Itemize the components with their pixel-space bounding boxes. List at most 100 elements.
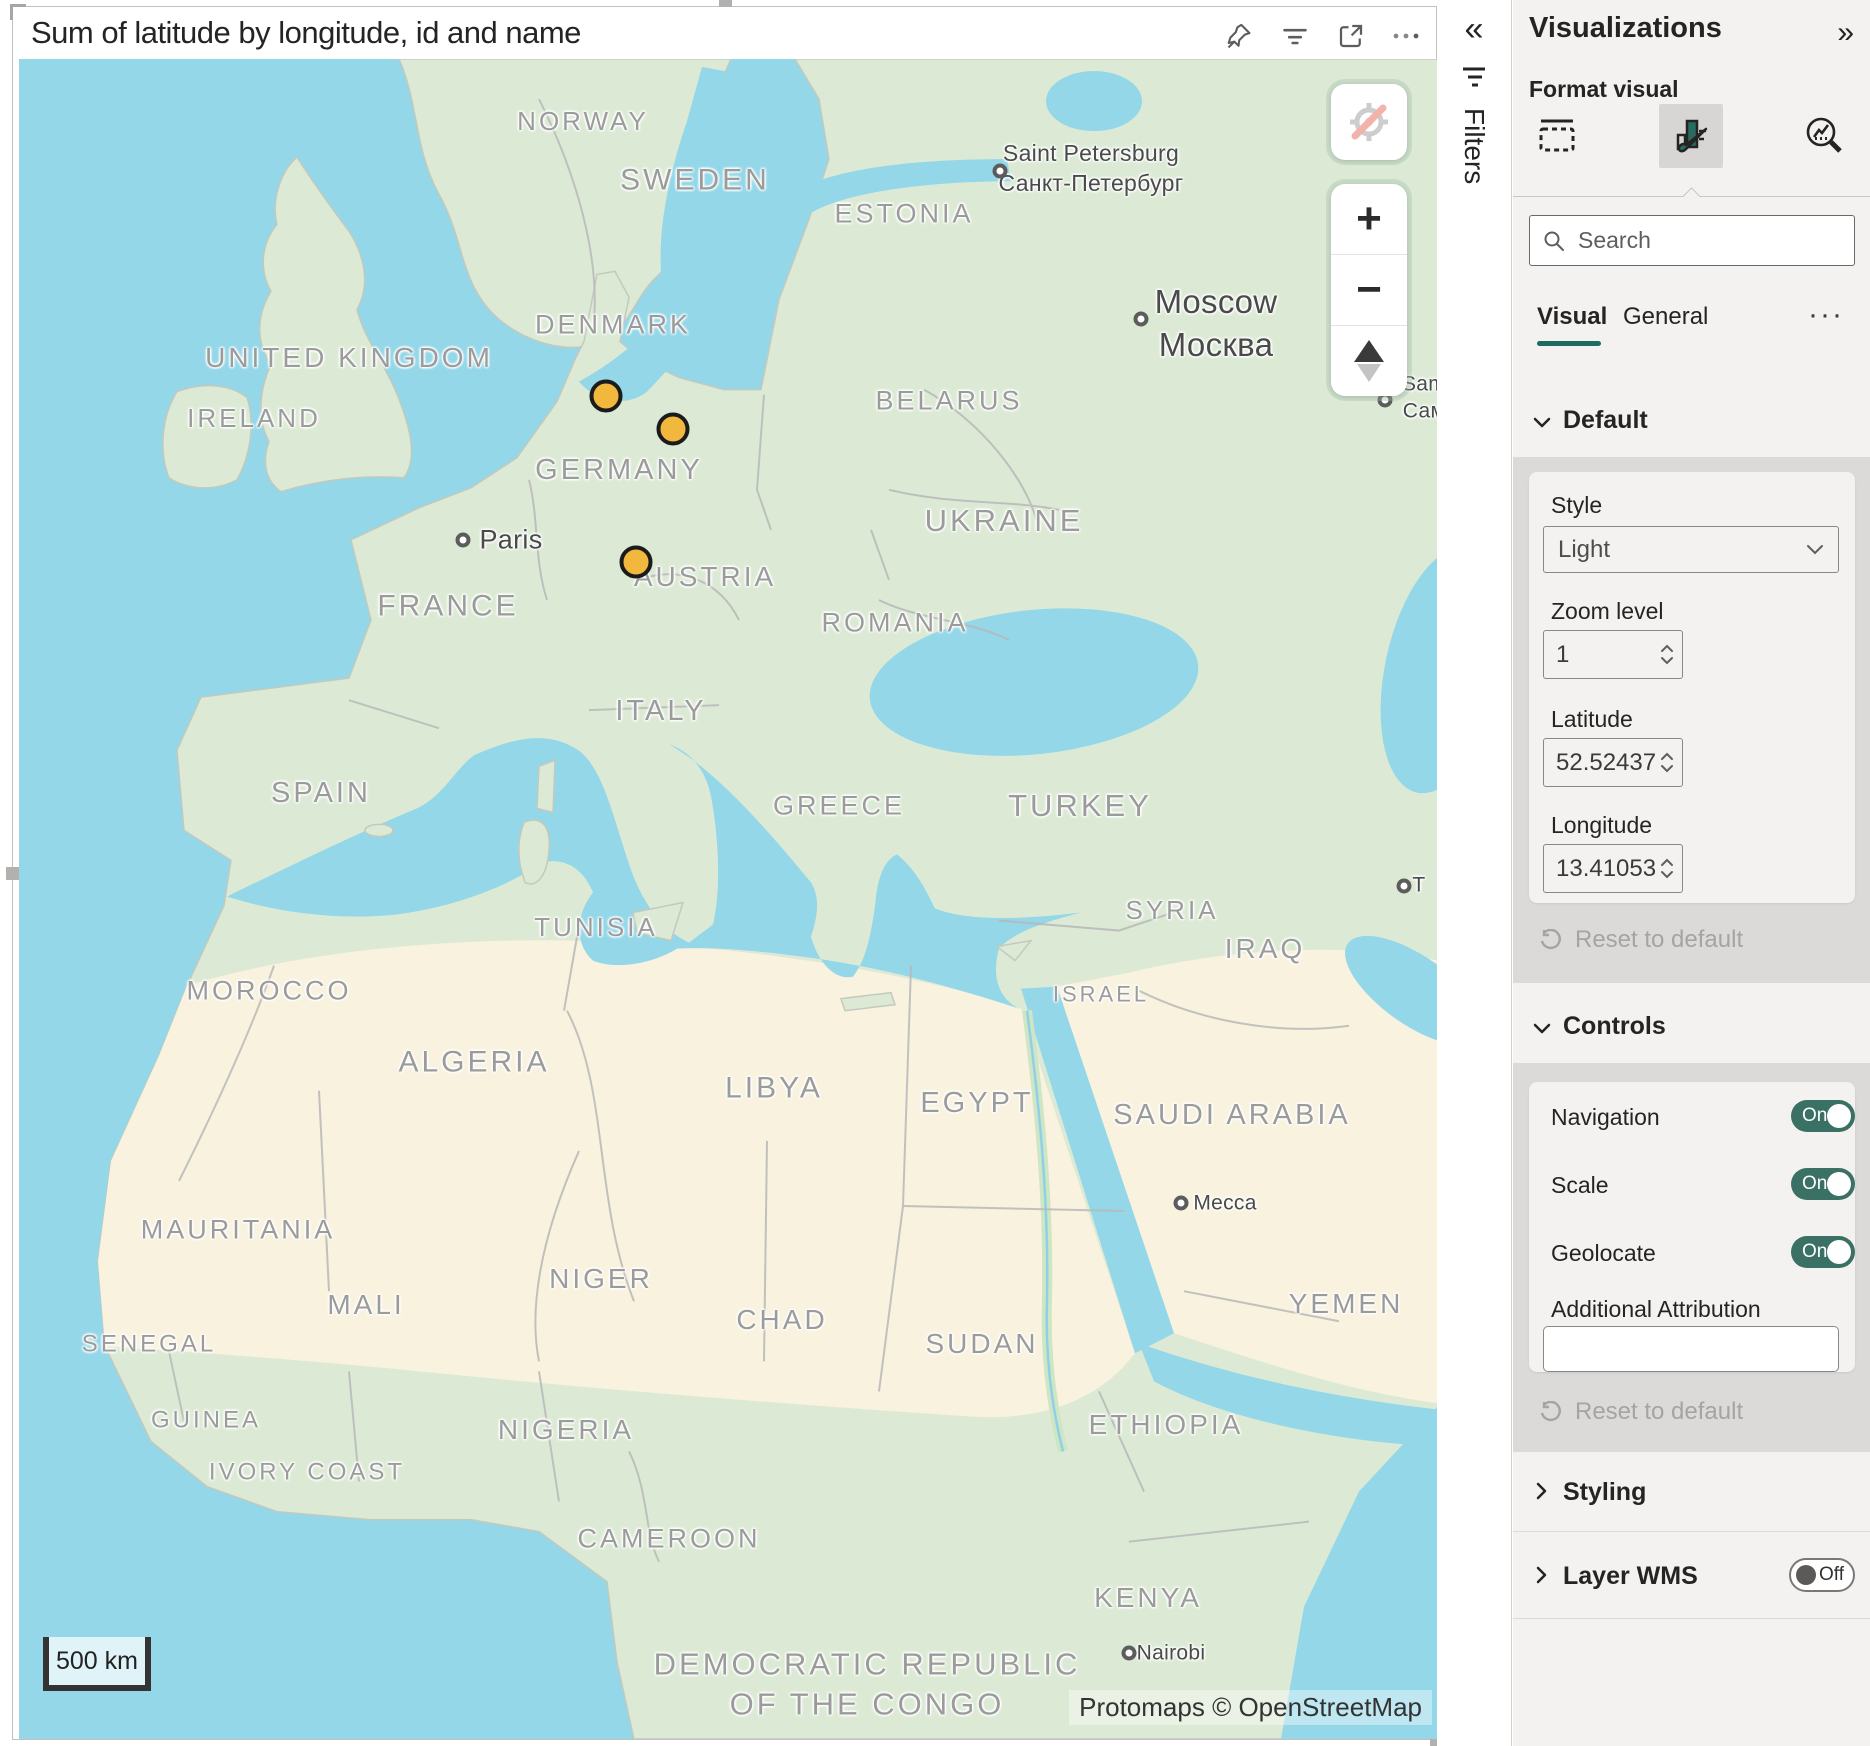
selected-tab-caret [1682,187,1700,205]
map-country-label: DEMOCRATIC REPUBLIC OF THE CONGO [654,1645,1081,1726]
map-country-label: TUNISIA [534,911,658,945]
map-country-label: UKRAINE [925,501,1084,541]
section-default-header[interactable]: Default [1563,406,1648,435]
map-country-label: SPAIN [271,775,371,813]
map-country-label: GREECE [773,788,905,823]
tab-visual[interactable]: Visual [1537,303,1607,331]
map-visual-container[interactable]: Sum of latitude by longitude, id and nam… [12,6,1437,1740]
longitude-value: 13.41053 [1556,855,1656,883]
latitude-input[interactable]: 52.52437 [1543,738,1683,787]
map-scale-label: 500 km [56,1647,138,1676]
map-country-label: ISRAEL [1053,981,1149,1010]
chevron-down-icon[interactable] [1533,1022,1551,1034]
toggle-state-label: On [1802,1241,1827,1263]
scale-toggle[interactable]: On [1791,1168,1855,1200]
toggle-state-label: On [1802,1173,1827,1195]
toggle-state-label: Off [1819,1564,1844,1586]
reset-to-default-button[interactable]: Reset to default [1539,1398,1743,1426]
map-country-label: ROMANIA [821,605,968,640]
map-city-label: Moscow Москва [1155,281,1278,367]
pitch-toggle-button[interactable] [1331,326,1407,396]
divider [1513,1531,1870,1532]
expand-filters-icon[interactable]: « [1465,10,1484,49]
map-city-label: Saint Petersburg Санкт-Петербург [999,139,1184,199]
spinner-arrows[interactable] [1660,644,1674,665]
pitch-down-icon [1357,364,1381,382]
latitude-label: Latitude [1551,706,1633,733]
map-country-label: MALI [327,1287,404,1323]
map-country-label: ALGERIA [398,1043,549,1082]
map-city-label: T [1412,871,1425,898]
map-country-label: ETHIOPIA [1089,1407,1244,1443]
geolocate-label: Geolocate [1551,1240,1656,1267]
focus-mode-icon[interactable] [1336,21,1366,51]
tabs-more-options-icon[interactable]: ··· [1808,298,1844,332]
map-country-label: LIBYA [725,1069,823,1108]
section-controls-header[interactable]: Controls [1563,1012,1666,1041]
search-input[interactable] [1578,227,1828,254]
visual-header: Sum of latitude by longitude, id and nam… [13,7,1436,59]
geolocate-toggle[interactable]: On [1791,1236,1855,1268]
map-country-label: NIGERIA [498,1412,634,1448]
city-dot [1174,1196,1189,1211]
tab-general[interactable]: General [1623,303,1708,331]
format-search[interactable] [1529,215,1855,266]
map-country-label: NORWAY [517,105,649,139]
filter-icon[interactable] [1280,21,1310,51]
section-layer-wms-header[interactable]: Layer WMS [1563,1562,1698,1591]
map-country-label: YEMEN [1289,1286,1404,1322]
layer-wms-toggle[interactable]: Off [1789,1558,1855,1592]
map-data-point-marker[interactable] [590,380,623,413]
build-visual-icon[interactable] [1529,108,1585,164]
chevron-right-icon[interactable] [1535,1482,1547,1500]
search-icon [1542,229,1566,253]
navigation-toggle[interactable]: On [1791,1100,1855,1132]
map-city-label: Nairobi [1137,1639,1206,1666]
map-country-label: IRAQ [1225,931,1305,967]
map-country-label: CHAD [736,1302,827,1338]
section-styling-header[interactable]: Styling [1563,1478,1646,1507]
spinner-arrows[interactable] [1660,752,1674,773]
spinner-arrows[interactable] [1660,858,1674,879]
additional-attribution-input[interactable] [1543,1326,1839,1372]
city-dot [1122,1646,1137,1661]
style-label: Style [1551,492,1602,519]
map[interactable]: NORWAYSWEDENESTONIADENMARKUNITED KINGDOM… [19,59,1438,1739]
visualizations-pane: Visualizations » Format visual [1513,0,1870,1746]
map-country-label: UNITED KINGDOM [205,340,493,376]
geolocate-button[interactable] [1331,84,1407,160]
pin-visual-icon[interactable] [1224,21,1254,51]
chevron-right-icon[interactable] [1535,1566,1547,1584]
style-dropdown[interactable]: Light [1543,526,1839,573]
visual-title: Sum of latitude by longitude, id and nam… [31,15,581,51]
map-data-point-marker[interactable] [657,413,690,446]
analytics-icon[interactable] [1797,108,1853,164]
map-scale: 500 km [43,1637,151,1691]
map-country-label: CAMEROON [577,1521,760,1556]
longitude-label: Longitude [1551,812,1652,839]
longitude-input[interactable]: 13.41053 [1543,844,1683,893]
reset-icon [1539,1401,1561,1423]
filters-pane-title[interactable]: Filters [1458,108,1490,184]
map-country-label: KENYA [1094,1580,1202,1616]
format-visual-icon-selected[interactable] [1659,104,1723,168]
map-country-label: DENMARK [535,307,691,342]
map-country-label: MOROCCO [187,973,352,1008]
selection-handle-left[interactable] [6,867,19,880]
filters-pane-collapsed: « Filters [1437,0,1512,1746]
zoom-level-input[interactable]: 1 [1543,630,1683,679]
reset-to-default-button[interactable]: Reset to default [1539,926,1743,954]
visualizations-pane-title: Visualizations [1529,12,1722,45]
zoom-in-button[interactable]: + [1331,184,1407,255]
map-data-point-marker[interactable] [620,546,653,579]
collapse-pane-icon[interactable]: » [1837,16,1854,50]
filters-icon[interactable] [1459,64,1489,90]
map-country-label: GUINEA [151,1404,261,1435]
more-options-icon[interactable] [1392,21,1422,51]
map-country-label: SUDAN [925,1326,1038,1362]
map-city-label: Mecca [1193,1189,1256,1216]
chevron-down-icon[interactable] [1533,416,1551,428]
map-country-label: NIGER [549,1261,653,1297]
map-country-label: FRANCE [377,587,518,626]
zoom-out-button[interactable]: − [1331,255,1407,326]
